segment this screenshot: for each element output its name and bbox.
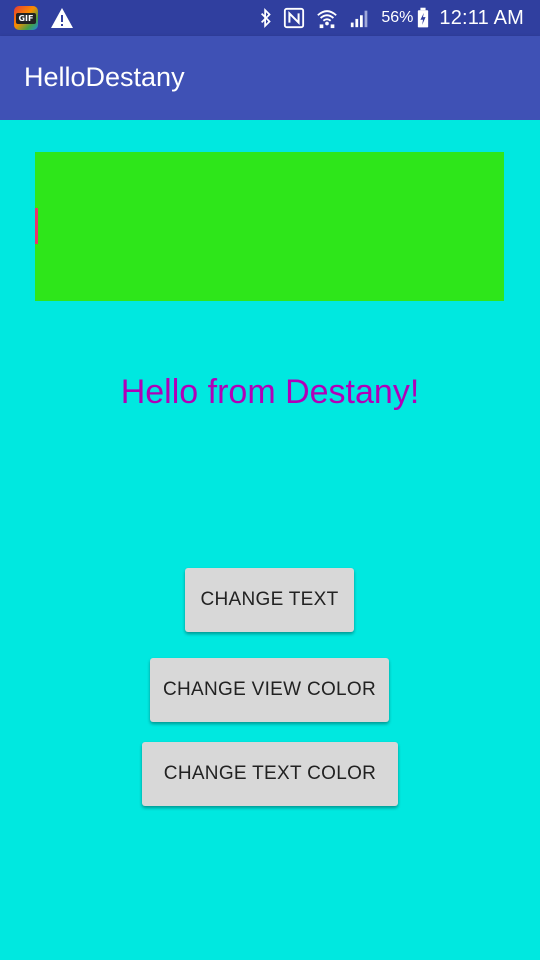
battery-percent: 56%: [381, 9, 414, 26]
warning-icon: [51, 8, 73, 28]
main-content: Hello from Destany! CHANGE TEXT CHANGE V…: [0, 120, 540, 960]
nfc-icon: [284, 7, 305, 29]
status-bar: GIF 56% 12:11 AM: [0, 0, 540, 36]
gif-icon: GIF: [14, 6, 38, 30]
battery-charging-icon: [418, 7, 429, 28]
text-cursor: [35, 208, 38, 244]
hello-text: Hello from Destany!: [120, 373, 420, 411]
app-bar: HelloDestany: [0, 36, 540, 120]
signal-icon: [351, 10, 368, 28]
change-text-color-button[interactable]: CHANGE TEXT COLOR: [142, 742, 398, 806]
change-text-button[interactable]: CHANGE TEXT: [185, 568, 354, 632]
app-title: HelloDestany: [24, 62, 185, 92]
status-system: 56% 12:11 AM: [259, 5, 524, 31]
bluetooth-icon: [261, 8, 272, 28]
clock: 12:11 AM: [439, 6, 524, 29]
wifi-icon: [317, 10, 338, 29]
change-view-color-button[interactable]: CHANGE VIEW COLOR: [150, 658, 389, 722]
status-notifications: GIF: [14, 5, 74, 31]
color-view: [35, 152, 504, 301]
